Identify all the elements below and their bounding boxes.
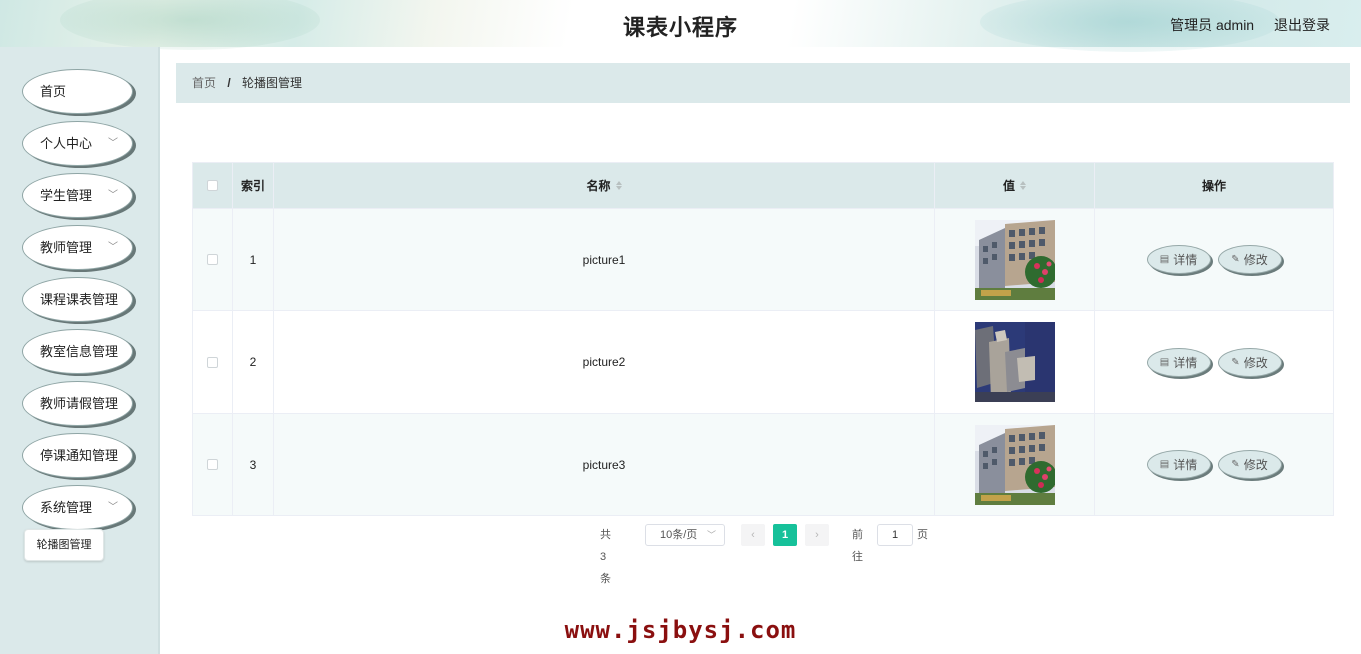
sidebar-item-class-suspension[interactable]: 停课通知管理 xyxy=(22,433,133,478)
sort-icon[interactable] xyxy=(1020,181,1026,190)
table-row: 3 picture3 ▤ 详情 ✎ 修改 xyxy=(193,413,1333,515)
sidebar-item-label: 课程课表管理 xyxy=(40,292,119,307)
breadcrumb-separator: / xyxy=(227,76,231,90)
detail-button[interactable]: ▤ 详情 xyxy=(1146,347,1211,377)
page-suffix-label: 页 xyxy=(917,529,928,541)
sidebar-item-classroom-info[interactable]: 教室信息管理 xyxy=(22,329,133,374)
sidebar-item-label: 教室信息管理 xyxy=(40,344,119,359)
edit-button[interactable]: ✎ 修改 xyxy=(1217,450,1282,479)
pagination-total: 共 3 条 xyxy=(600,529,611,585)
sidebar-item-label: 学生管理 xyxy=(40,188,93,203)
edit-button[interactable]: ✎ 修改 xyxy=(1217,245,1282,274)
document-icon: ▤ xyxy=(1159,459,1170,470)
sidebar-item-label: 教师请假管理 xyxy=(40,396,119,411)
sidebar-item-teacher-leave[interactable]: 教师请假管理 xyxy=(22,381,133,426)
breadcrumb-current: 轮播图管理 xyxy=(242,76,303,90)
carousel-table: 索引 名称 值 操作 1 picture1 ▤ 详情 ✎ 修改 2 pictur… xyxy=(192,162,1334,516)
breadcrumb-home[interactable]: 首页 xyxy=(192,76,216,90)
logout-link[interactable]: 退出登录 xyxy=(1274,17,1330,33)
chevron-down-icon: ﹀ xyxy=(108,502,118,513)
sidebar-item-label: 首页 xyxy=(40,84,67,99)
edit-button[interactable]: ✎ 修改 xyxy=(1217,347,1282,377)
row-checkbox[interactable] xyxy=(207,459,218,470)
goto-label: 前往 xyxy=(852,529,863,563)
column-header-actions: 操作 xyxy=(1201,179,1226,193)
column-header-value[interactable]: 值 xyxy=(935,163,1095,208)
breadcrumb: 首页 / 轮播图管理 xyxy=(176,63,1350,103)
row-name: picture2 xyxy=(274,311,935,413)
building-photo-thumbnail[interactable] xyxy=(974,219,1055,300)
detail-button[interactable]: ▤ 详情 xyxy=(1146,450,1211,479)
row-checkbox[interactable] xyxy=(207,254,218,265)
user-area: 管理员 admin 退出登录 xyxy=(1154,15,1330,35)
document-icon: ▤ xyxy=(1159,356,1170,368)
watermark: www.jsjbysj.com xyxy=(564,616,797,644)
goto-page-input[interactable]: 1 xyxy=(877,524,913,546)
row-index: 2 xyxy=(233,311,274,413)
sidebar-item-personal-center[interactable]: 个人中心 ﹀ xyxy=(22,121,133,166)
page-size-select[interactable]: 10条/页 ﹀ xyxy=(645,524,725,546)
sidebar-item-label: 教师管理 xyxy=(40,240,93,255)
building-photo-thumbnail[interactable] xyxy=(974,424,1055,505)
row-index: 3 xyxy=(233,414,274,515)
row-name: picture3 xyxy=(274,414,935,515)
sidebar: 首页 个人中心 ﹀ 学生管理 ﹀ 教师管理 ﹀ 课程课表管理 教室信息管理 教师… xyxy=(0,47,160,654)
chevron-down-icon: ﹀ xyxy=(108,138,118,149)
pencil-icon: ✎ xyxy=(1231,459,1240,470)
row-name: picture1 xyxy=(274,209,935,310)
table-header: 索引 名称 值 操作 xyxy=(193,163,1333,208)
chevron-down-icon: ﹀ xyxy=(706,530,716,540)
sidebar-item-label: 系统管理 xyxy=(40,500,93,515)
column-header-name[interactable]: 名称 xyxy=(274,163,935,208)
admin-user-label: 管理员 admin xyxy=(1170,17,1255,33)
table-row: 2 picture2 ▤ 详情 ✎ 修改 xyxy=(193,310,1333,413)
sidebar-item-home[interactable]: 首页 xyxy=(22,69,133,114)
pencil-icon: ✎ xyxy=(1231,254,1240,265)
sidebar-item-student-management[interactable]: 学生管理 ﹀ xyxy=(22,173,133,218)
row-checkbox[interactable] xyxy=(207,356,218,368)
document-icon: ▤ xyxy=(1159,254,1170,265)
chevron-down-icon: ﹀ xyxy=(108,242,118,253)
sidebar-item-label: 停课通知管理 xyxy=(40,448,119,463)
page-number-current[interactable]: 1 xyxy=(773,524,797,546)
sidebar-item-system-management[interactable]: 系统管理 ﹀ xyxy=(22,485,133,530)
sidebar-item-teacher-management[interactable]: 教师管理 ﹀ xyxy=(22,225,133,270)
sidebar-item-course-schedule[interactable]: 课程课表管理 xyxy=(22,277,133,322)
next-page-button[interactable]: › xyxy=(805,524,829,546)
sidebar-item-label: 个人中心 xyxy=(40,136,93,151)
pencil-icon: ✎ xyxy=(1231,356,1240,368)
column-header-index: 索引 xyxy=(233,163,274,208)
select-all-checkbox[interactable] xyxy=(207,180,218,191)
abstract-blocks-photo-thumbnail[interactable] xyxy=(974,322,1055,402)
chevron-left-icon: ‹ xyxy=(751,529,755,541)
sidebar-subitem-carousel[interactable]: 轮播图管理 xyxy=(24,529,104,561)
prev-page-button[interactable]: ‹ xyxy=(741,524,765,546)
detail-button[interactable]: ▤ 详情 xyxy=(1146,245,1211,274)
top-header: 课表小程序 管理员 admin 退出登录 xyxy=(0,0,1361,52)
chevron-down-icon: ﹀ xyxy=(108,190,118,201)
row-index: 1 xyxy=(233,209,274,310)
table-row: 1 picture1 ▤ 详情 ✎ 修改 xyxy=(193,208,1333,310)
chevron-right-icon: › xyxy=(815,529,819,541)
sort-icon[interactable] xyxy=(615,181,622,190)
